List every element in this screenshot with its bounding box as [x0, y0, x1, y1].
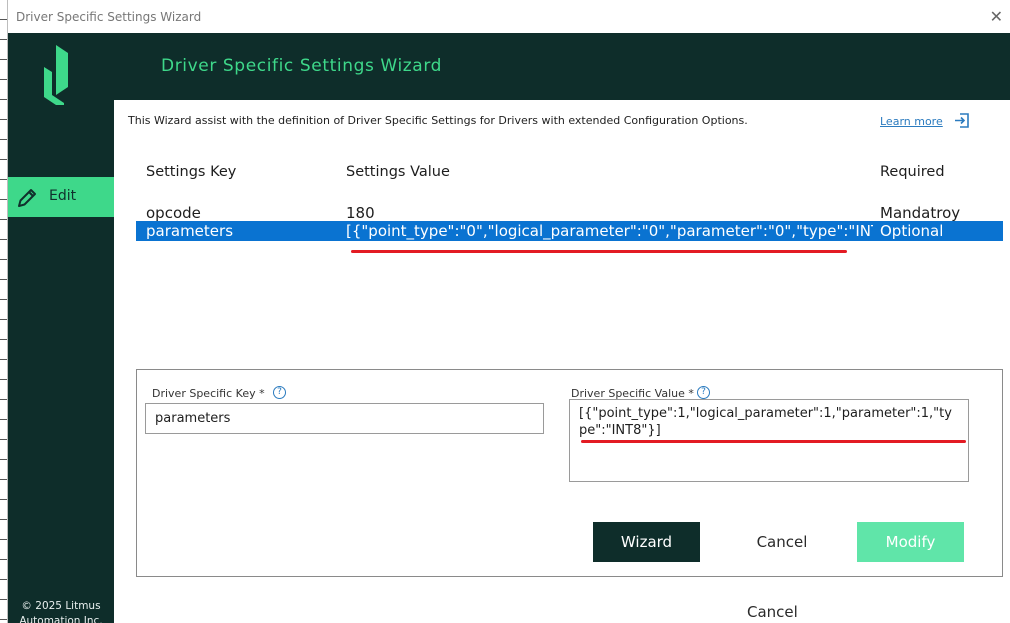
page-title: Driver Specific Settings Wizard [161, 56, 442, 76]
red-annotation-underline [581, 440, 966, 443]
help-icon[interactable]: ? [697, 386, 710, 399]
sidebar: Edit © 2025 Litmus Automation Inc. [8, 33, 114, 623]
column-header-settings-value: Settings Value [346, 164, 450, 180]
copyright-text: © 2025 Litmus Automation Inc. [8, 599, 114, 623]
column-header-required: Required [880, 164, 945, 180]
copyright-line: Automation Inc. [19, 615, 103, 623]
wizard-window: Driver Specific Settings Wizard ✕ Edit ©… [7, 0, 1010, 623]
close-icon[interactable]: ✕ [990, 7, 1003, 26]
cell-value: 180 [346, 204, 375, 222]
cell-required: Optional [880, 222, 944, 240]
cell-value: [{"point_type":"0","logical_parameter":"… [346, 222, 873, 240]
sidebar-item-label: Edit [49, 188, 77, 204]
info-description: This Wizard assist with the definition o… [128, 114, 748, 127]
copyright-line: © 2025 Litmus [21, 600, 101, 612]
wizard-button[interactable]: Wizard [593, 522, 700, 562]
cancel-button[interactable]: Cancel [728, 522, 836, 562]
litmus-logo [44, 45, 68, 105]
footer-cancel-button[interactable]: Cancel [747, 603, 798, 621]
driver-key-label: Driver Specific Key * [152, 387, 265, 400]
header-banner: Driver Specific Settings Wizard [114, 33, 1010, 100]
sidebar-item-edit[interactable]: Edit [8, 177, 114, 217]
window-title: Driver Specific Settings Wizard [16, 10, 202, 24]
cell-key: parameters [146, 222, 234, 240]
learn-more-link[interactable]: Learn more [880, 115, 943, 128]
driver-key-input[interactable]: parameters [145, 403, 544, 434]
column-header-settings-key: Settings Key [146, 164, 237, 180]
external-link-icon[interactable] [953, 112, 971, 129]
red-annotation-underline [351, 250, 847, 253]
modify-button[interactable]: Modify [857, 522, 964, 562]
title-bar: Driver Specific Settings Wizard ✕ [8, 0, 1010, 33]
cell-required: Mandatroy [880, 204, 961, 222]
table-row[interactable]: opcode 180 Mandatroy [136, 203, 1003, 223]
table-row-selected[interactable]: parameters [{"point_type":"0","logical_p… [136, 221, 1003, 241]
help-icon[interactable]: ? [273, 386, 286, 399]
pencil-icon [18, 189, 36, 207]
cell-key: opcode [146, 204, 201, 222]
